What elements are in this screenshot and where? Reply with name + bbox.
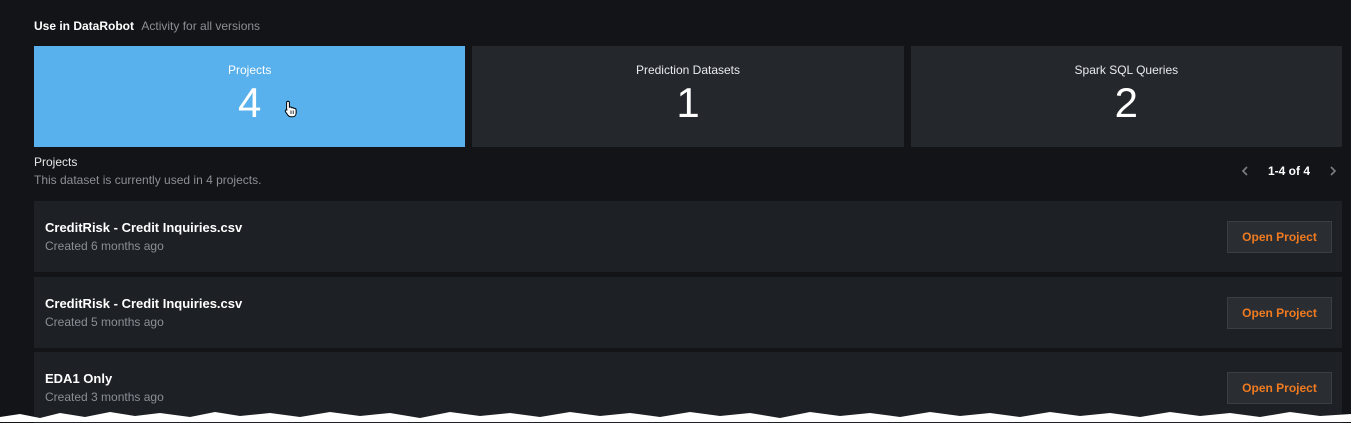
project-created: Created 6 months ago [45,239,164,253]
usage-subtitle: Activity for all versions [141,19,261,33]
usage-title: Use in DataRobot [34,19,135,33]
section-description: This dataset is currently used in 4 proj… [34,173,262,187]
hand-pointer-icon [284,100,297,118]
tile-projects[interactable]: Projects 4 [34,46,466,147]
tile-projects-count: 4 [237,79,262,126]
list-item: CreditRisk - Credit Inquiries.csv Create… [34,201,1342,272]
chevron-left-icon[interactable] [1236,163,1254,179]
open-project-button[interactable]: Open Project [1227,297,1332,329]
project-name: CreditRisk - Credit Inquiries.csv [45,296,243,311]
torn-edge [0,412,1351,422]
chevron-right-icon[interactable] [1324,163,1342,179]
tile-projects-label: Projects [227,63,272,77]
section-title: Projects [34,155,78,169]
usage-header: Use in DataRobot Activity for all versio… [34,19,260,33]
projects-section-header: Projects This dataset is currently used … [34,155,261,187]
usage-tiles: Projects 4 Prediction Datasets 1 Spark S… [34,46,1342,147]
tile-prediction-datasets-count: 1 [676,79,700,126]
project-name: CreditRisk - Credit Inquiries.csv [45,220,243,235]
tile-prediction-datasets[interactable]: Prediction Datasets 1 [472,46,904,147]
tile-prediction-datasets-label: Prediction Datasets [635,63,741,77]
pagination: 1-4 of 4 [1236,163,1342,179]
project-name: EDA1 Only [45,371,113,386]
tile-spark-sql-queries-label: Spark SQL Queries [1074,63,1179,77]
tile-spark-sql-queries-count: 2 [1114,79,1138,126]
project-created: Created 5 months ago [45,315,164,329]
list-item: CreditRisk - Credit Inquiries.csv Create… [34,277,1342,348]
pagination-range: 1-4 of 4 [1267,164,1310,178]
tile-spark-sql-queries[interactable]: Spark SQL Queries 2 [910,46,1342,147]
open-project-button[interactable]: Open Project [1227,221,1332,253]
